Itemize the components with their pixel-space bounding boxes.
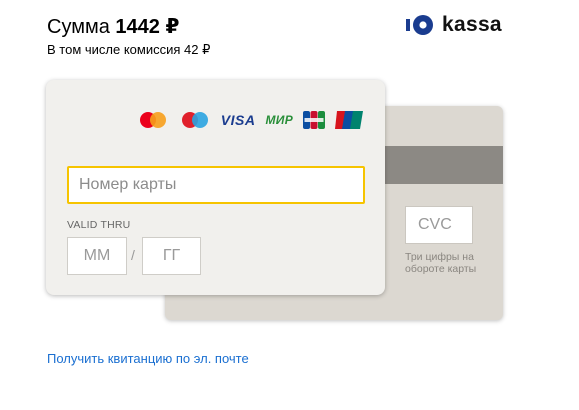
yookassa-logo: kassa bbox=[404, 13, 502, 37]
expiry-separator: / bbox=[131, 247, 135, 263]
valid-thru-label: VALID THRU bbox=[67, 219, 131, 231]
maestro-icon bbox=[179, 110, 211, 130]
card-front: VISA МИР VALID THRU / bbox=[46, 80, 385, 295]
yoomoney-logo-icon bbox=[406, 15, 433, 35]
commission-text: В том числе комиссия 42 ₽ bbox=[47, 42, 211, 57]
sum-line: Сумма 1442 ₽ bbox=[47, 15, 179, 39]
visa-icon: VISA bbox=[220, 112, 256, 128]
mastercard-icon bbox=[137, 110, 169, 130]
expiry-month-input[interactable] bbox=[67, 237, 127, 275]
email-receipt-link[interactable]: Получить квитанцию по эл. почте bbox=[47, 351, 249, 366]
sum-amount: 1442 ₽ bbox=[115, 16, 180, 38]
expiry-year-input[interactable] bbox=[142, 237, 201, 275]
cvc-hint: Три цифры на обороте карты bbox=[405, 251, 477, 275]
mir-icon: МИР bbox=[265, 113, 293, 127]
card-number-input[interactable] bbox=[67, 166, 365, 204]
cvc-input[interactable] bbox=[405, 206, 473, 244]
logo-text: kassa bbox=[442, 13, 502, 36]
jcb-icon bbox=[303, 111, 325, 129]
payment-brands: VISA МИР bbox=[137, 110, 363, 130]
unionpay-icon bbox=[335, 111, 363, 129]
sum-label: Сумма bbox=[47, 16, 110, 38]
